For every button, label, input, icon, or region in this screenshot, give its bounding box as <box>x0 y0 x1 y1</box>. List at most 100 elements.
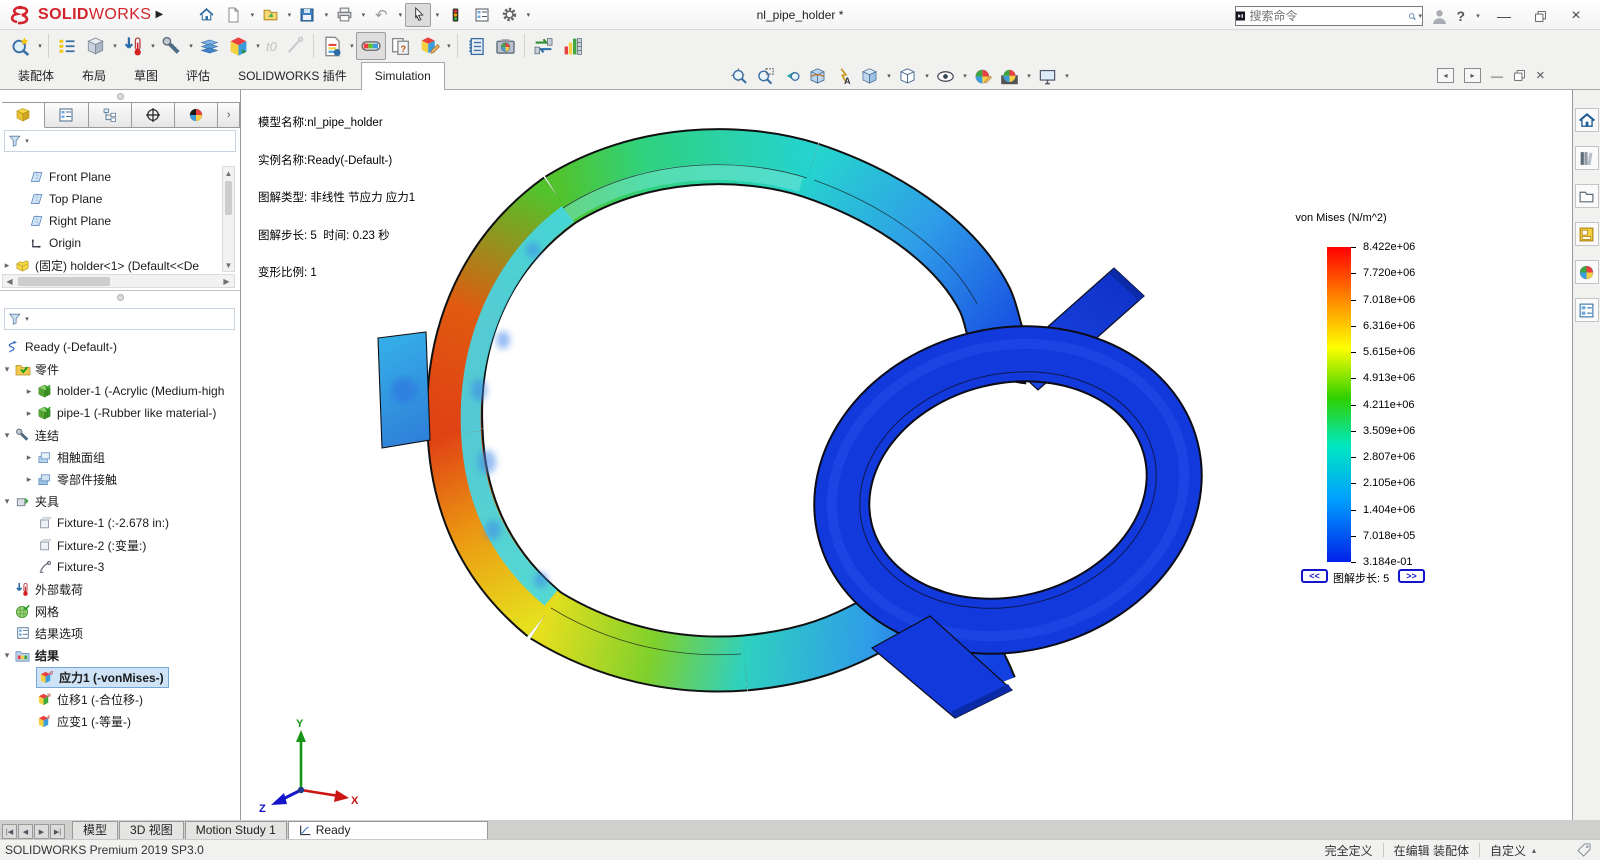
custom-status-caret[interactable]: ▴ <box>1532 846 1536 855</box>
help-button[interactable]: ? <box>1456 8 1465 24</box>
previous-view-button[interactable] <box>780 64 803 88</box>
propertymanager-tab[interactable] <box>45 102 88 128</box>
custom-properties-button[interactable] <box>1575 298 1599 322</box>
feature-filter-bar[interactable]: ▾ <box>4 130 236 152</box>
simulation-filter-bar[interactable]: ▾ <box>4 308 235 330</box>
collapse-arrow-icon[interactable]: ▾ <box>0 650 14 661</box>
study-advisor-caret[interactable]: ▾ <box>36 42 44 50</box>
options-list-button[interactable] <box>469 3 495 27</box>
previous-pane-button[interactable]: ◂ <box>1437 68 1454 83</box>
plot-step-next-button[interactable]: >> <box>1398 569 1425 583</box>
collapse-arrow-icon[interactable]: ▾ <box>0 430 14 441</box>
sim-tree-fixture-2[interactable]: Fixture-2 (:变量:) <box>0 534 240 556</box>
custom-status-button[interactable]: 自定义 <box>1490 842 1526 859</box>
panel-tab-overflow-button[interactable]: › <box>218 102 240 128</box>
scroll-down-arrow[interactable]: ▼ <box>223 259 234 271</box>
connections-advisor-button[interactable] <box>157 32 186 60</box>
minimize-pane-button[interactable]: — <box>1491 69 1503 83</box>
user-icon[interactable] <box>1431 8 1448 25</box>
external-loads-advisor-button[interactable] <box>119 32 148 60</box>
print-caret[interactable]: ▾ <box>359 11 367 19</box>
view-settings-caret[interactable]: ▾ <box>1063 72 1071 80</box>
collapse-arrow-icon[interactable]: ▾ <box>0 364 14 375</box>
sim-tree-results-folder[interactable]: ▾结果 <box>0 644 240 666</box>
expand-arrow-icon[interactable]: ▸ <box>22 452 36 463</box>
expand-arrow-icon[interactable]: ▸ <box>22 408 36 419</box>
sim-tree-strain-plot[interactable]: ε应变1 (-等量-) <box>0 710 240 732</box>
zoom-area-button[interactable] <box>754 64 777 88</box>
panel-top-splitter[interactable] <box>0 90 240 102</box>
sim-tree-component-contact[interactable]: ▸零部件接触 <box>0 468 240 490</box>
tree-item-right-plane[interactable]: Right Plane <box>0 210 220 232</box>
selected-item-highlight[interactable]: σ应力1 (-vonMises-) <box>36 667 169 688</box>
sim-tree-fixture-1[interactable]: Fixture-1 (:-2.678 in:) <box>0 512 240 534</box>
traffic-light-icon[interactable] <box>442 3 468 27</box>
apply-material-button[interactable] <box>53 32 81 60</box>
tree-item-front-plane[interactable]: Front Plane <box>0 166 220 188</box>
feature-tree-hscrollbar[interactable]: ◀ ▶ <box>2 274 235 288</box>
collapse-arrow-icon[interactable]: ▾ <box>0 496 14 507</box>
sim-tree-holder-part[interactable]: ▸holder-1 (-Acrylic (Medium-high <box>0 380 240 402</box>
appearances-button[interactable] <box>1575 260 1599 284</box>
expand-arrow-icon[interactable]: ▸ <box>0 260 14 271</box>
sim-tree-fixture-3[interactable]: Fixture-3 <box>0 556 240 578</box>
sim-tree-external-loads[interactable]: 外部载荷 <box>0 578 240 600</box>
new-document-caret[interactable]: ▾ <box>248 11 256 19</box>
undo-button[interactable]: ↶ <box>368 3 394 27</box>
hide-show-items-button[interactable] <box>934 64 957 88</box>
display-style-button[interactable] <box>896 64 919 88</box>
restore-button[interactable] <box>1526 4 1554 28</box>
run-study-button[interactable] <box>224 32 253 60</box>
view-settings-button[interactable] <box>1036 64 1059 88</box>
compare-results-button[interactable]: ? <box>386 32 415 60</box>
configurationmanager-tab[interactable] <box>89 102 132 128</box>
tab-evaluate[interactable]: 评估 <box>172 62 224 89</box>
file-explorer-button[interactable] <box>1575 184 1599 208</box>
tree-item-top-plane[interactable]: Top Plane <box>0 188 220 210</box>
external-loads-caret[interactable]: ▾ <box>149 42 157 50</box>
panel-mid-splitter[interactable] <box>0 290 240 304</box>
minimize-button[interactable]: — <box>1490 4 1518 28</box>
section-view-button[interactable] <box>806 64 829 88</box>
new-document-button[interactable] <box>220 3 246 27</box>
tab-assembly[interactable]: 装配体 <box>4 62 68 89</box>
display-style-caret[interactable]: ▾ <box>923 72 931 80</box>
results-advisor-caret[interactable]: ▾ <box>348 42 356 50</box>
menu-expand-arrow[interactable]: ▶ <box>151 9 167 20</box>
fixtures-advisor-caret[interactable]: ▾ <box>111 42 119 50</box>
first-tab-button[interactable]: |◀ <box>2 824 17 839</box>
print-button[interactable] <box>331 3 357 27</box>
shell-manager-button[interactable] <box>195 32 224 60</box>
plot-tools-caret[interactable]: ▾ <box>445 42 453 50</box>
settings-caret[interactable]: ▾ <box>524 11 532 19</box>
search-icon[interactable] <box>1408 9 1416 24</box>
open-caret[interactable]: ▾ <box>285 11 293 19</box>
vscroll-thumb[interactable] <box>225 181 232 215</box>
sim-tree-stress-plot[interactable]: σ应力1 (-vonMises-) <box>0 666 240 688</box>
sim-tree-mesh[interactable]: 网格 <box>0 600 240 622</box>
displaymanager-tab[interactable] <box>175 102 218 128</box>
tag-icon[interactable] <box>1576 842 1592 858</box>
restore-pane-button[interactable] <box>1513 69 1526 82</box>
edit-appearance-button[interactable] <box>972 64 995 88</box>
tab-sketch[interactable]: 草图 <box>120 62 172 89</box>
filter-funnel-icon[interactable] <box>8 134 22 148</box>
design-library-button[interactable] <box>1575 146 1599 170</box>
tab-simulation[interactable]: Simulation <box>361 62 445 90</box>
sim-tree-displacement-plot[interactable]: u位移1 (-合位移-) <box>0 688 240 710</box>
3d-views-tab[interactable]: 3D 视图 <box>119 821 184 839</box>
search-box[interactable]: ▾ <box>1235 6 1423 26</box>
save-button[interactable] <box>294 3 320 27</box>
sim-tree-pipe-part[interactable]: ▸pipe-1 (-Rubber like material-) <box>0 402 240 424</box>
sim-tree-contact-sets[interactable]: ▸相触面组 <box>0 446 240 468</box>
feature-tree-vscrollbar[interactable]: ▲ ▼ <box>222 166 235 272</box>
select-tool-button[interactable] <box>405 3 431 27</box>
image-capture-button[interactable] <box>491 32 520 60</box>
hscroll-thumb[interactable] <box>18 277 110 286</box>
undo-caret[interactable]: ▾ <box>396 11 404 19</box>
scroll-right-arrow[interactable]: ▶ <box>220 277 233 286</box>
ready-study-tab[interactable]: Ready <box>288 821 488 839</box>
motion-study-tab[interactable]: Motion Study 1 <box>185 821 287 839</box>
view-orientation-caret[interactable]: ▾ <box>885 72 893 80</box>
search-scope-icon[interactable] <box>1236 8 1245 24</box>
